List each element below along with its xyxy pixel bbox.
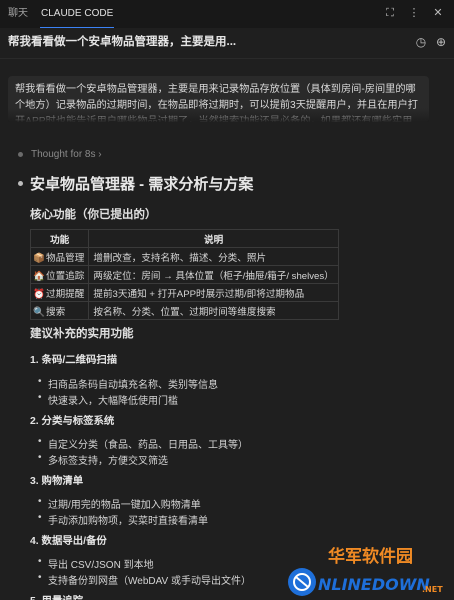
new-chat-icon[interactable]: ⊕ [434, 35, 448, 49]
watermark-line2: NLINEDOWN [318, 575, 430, 594]
house-icon: 🏠 [33, 270, 45, 282]
response-title-text: 安卓物品管理器 - 需求分析与方案 [30, 176, 254, 193]
list-item: 过期/用完的物品一键加入购物清单 [38, 496, 201, 511]
watermark-logo: 华军软件园 NLINEDOWN .NET [288, 546, 443, 596]
list-item: 自定义分类（食品、药品、日用品、工具等） [38, 436, 248, 451]
prompt-fade [8, 108, 429, 122]
table-row: ⏰过期提醒 提前3天通知 + 打开APP时展示过期/即将过期物品 [29, 283, 339, 302]
table-header-row: 功能 说明 [29, 229, 339, 248]
table-row: 🏠位置追踪 两级定位：房间 → 具体位置（柜子/抽屉/箱子/ shelves） [29, 265, 339, 284]
table-cell-desc: 提前3天通知 + 打开APP时展示过期/即将过期物品 [88, 283, 339, 302]
tab-bar: 聊天 CLAUDE CODE ⛶ ⋮ ✕ [0, 0, 454, 29]
table-cell-feature: 🔍搜索 [29, 301, 90, 320]
close-icon[interactable]: ✕ [432, 6, 444, 20]
list-item: 手动添加购物项，买菜时直接看清单 [38, 512, 208, 527]
table-cell-desc: 增删改查，支持名称、描述、分类、照片 [88, 247, 339, 266]
thought-toggle[interactable]: Thought for 8s › [18, 149, 102, 160]
table-header-desc: 说明 [88, 229, 339, 248]
feature-name: 搜索 [46, 306, 66, 318]
response-title: 安卓物品管理器 - 需求分析与方案 [18, 173, 253, 194]
table-row: 📦物品管理 增删改查，支持名称、描述、分类、照片 [29, 247, 339, 266]
list-item: 扫商品条码自动填充名称、类别等信息 [38, 376, 218, 391]
list-item: 支持备份到网盘（WebDAV 或手动导出文件） [38, 572, 251, 587]
table-cell-feature: ⏰过期提醒 [29, 283, 90, 302]
thought-dot-icon [18, 151, 23, 157]
expand-icon[interactable]: ⛶ [384, 6, 396, 20]
feature-name: 过期提醒 [46, 288, 85, 300]
watermark-net: .NET [422, 585, 443, 594]
feature-table: 功能 说明 📦物品管理 增删改查，支持名称、描述、分类、照片 🏠位置追踪 两级定… [29, 229, 339, 320]
list-item: 导出 CSV/JSON 到本地 [38, 556, 154, 571]
table-header-feature: 功能 [29, 229, 90, 248]
section-title: 4. 数据导出/备份 [30, 536, 107, 547]
message-area: 帮我看看做一个安卓物品管理器，主要是用来记录物品存放位置（具体到房间-房间里的哪… [0, 59, 454, 600]
package-icon: 📦 [33, 252, 45, 264]
magnifier-icon: 🔍 [33, 306, 45, 318]
table-row: 🔍搜索 按名称、分类、位置、过期时间等维度搜索 [29, 301, 339, 320]
window-controls: ⛶ ⋮ ✕ [384, 6, 444, 20]
section-title: 5. 用量追踪 [30, 592, 83, 600]
suggest-heading: 建议补充的实用功能 [30, 328, 134, 340]
alarm-clock-icon: ⏰ [33, 288, 45, 300]
tab-chat[interactable]: 聊天 [8, 0, 28, 27]
table-cell-desc: 两级定位：房间 → 具体位置（柜子/抽屉/箱子/ shelves） [88, 265, 339, 284]
watermark-line1: 华军软件园 [328, 546, 413, 567]
table-cell-desc: 按名称、分类、位置、过期时间等维度搜索 [88, 301, 339, 320]
history-icon[interactable]: ◷ [414, 35, 428, 49]
table-cell-feature: 🏠位置追踪 [29, 265, 90, 284]
conversation-title: 帮我看看做一个安卓物品管理器，主要是用... [8, 36, 237, 48]
section-title: 2. 分类与标签系统 [30, 416, 115, 427]
response-dot-icon [18, 180, 23, 186]
tab-claude-code[interactable]: CLAUDE CODE [40, 0, 115, 28]
feature-name: 物品管理 [46, 252, 85, 264]
conversation-header: 帮我看看做一个安卓物品管理器，主要是用... ◷ ⊕ [0, 28, 454, 59]
core-heading: 核心功能（你已提出的） [30, 209, 157, 221]
section-title: 1. 条码/二维码扫描 [30, 355, 118, 366]
thought-label: Thought for 8s › [31, 149, 102, 160]
section-title: 3. 购物清单 [30, 476, 84, 487]
list-item: 多标签支持，方便交叉筛选 [38, 452, 168, 467]
feature-name: 位置追踪 [46, 270, 85, 282]
more-icon[interactable]: ⋮ [408, 6, 420, 20]
table-cell-feature: 📦物品管理 [29, 247, 90, 266]
list-item: 快速录入，大幅降低使用门槛 [38, 392, 178, 407]
